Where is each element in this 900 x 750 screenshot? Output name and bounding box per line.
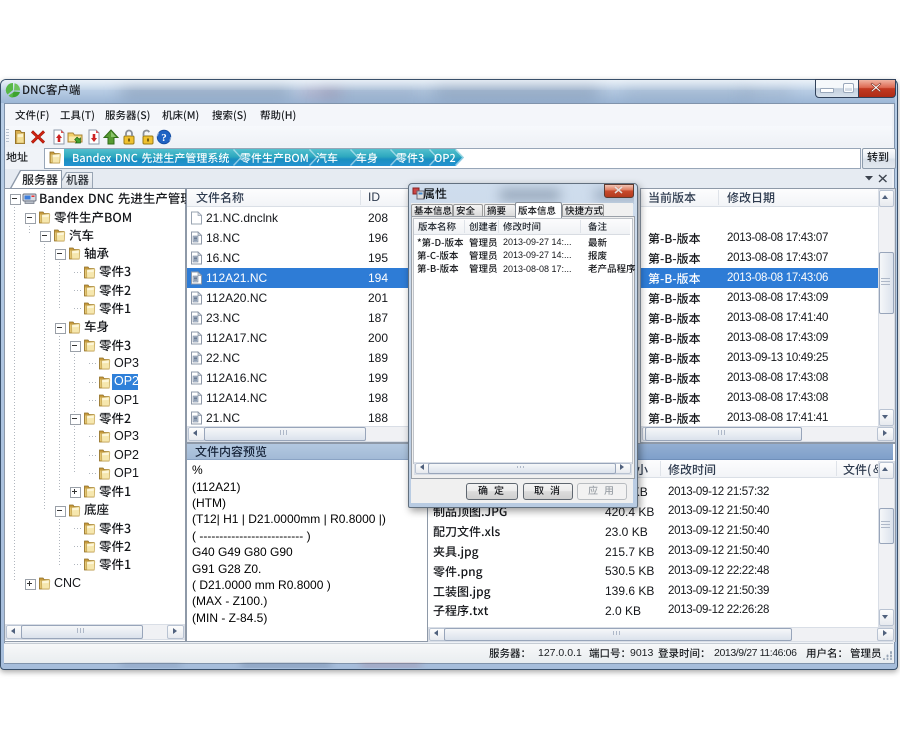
svg-text:?: ? bbox=[161, 132, 167, 144]
